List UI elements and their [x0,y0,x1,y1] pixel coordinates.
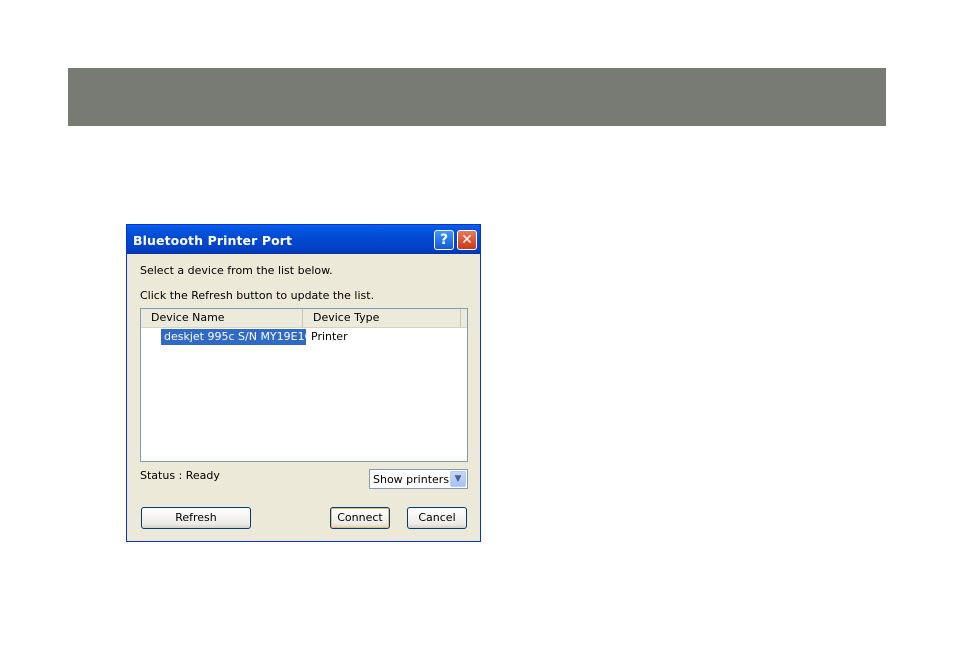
dialog-title: Bluetooth Printer Port [133,233,293,248]
header-bar [68,68,886,126]
column-header-device-name[interactable]: Device Name [141,309,303,327]
device-filter-select[interactable]: Show printers ▼ [369,469,468,489]
device-name-cell: deskjet 995c S/N MY19E1C... [161,329,306,345]
status-text: Status : Ready [140,469,220,482]
device-type-cell: Printer [311,330,348,343]
title-bar[interactable]: Bluetooth Printer Port ? ✕ [127,225,480,254]
device-list[interactable]: Device Name Device Type deskjet 995c S/N… [140,308,468,462]
instruction-text-1: Select a device from the list below. [140,264,333,277]
cancel-button[interactable]: Cancel [407,507,467,529]
bluetooth-printer-port-dialog: Bluetooth Printer Port ? ✕ Select a devi… [126,224,481,542]
chevron-down-icon[interactable]: ▼ [450,471,466,487]
list-header: Device Name Device Type [141,309,467,328]
column-header-device-type[interactable]: Device Type [303,309,461,327]
close-icon[interactable]: ✕ [457,230,477,250]
list-item[interactable]: deskjet 995c S/N MY19E1C... Printer [141,329,467,345]
connect-button[interactable]: Connect [330,507,390,529]
refresh-button[interactable]: Refresh [141,507,251,529]
select-value: Show printers [373,473,450,486]
instruction-text-2: Click the Refresh button to update the l… [140,289,375,302]
help-icon[interactable]: ? [434,230,454,250]
